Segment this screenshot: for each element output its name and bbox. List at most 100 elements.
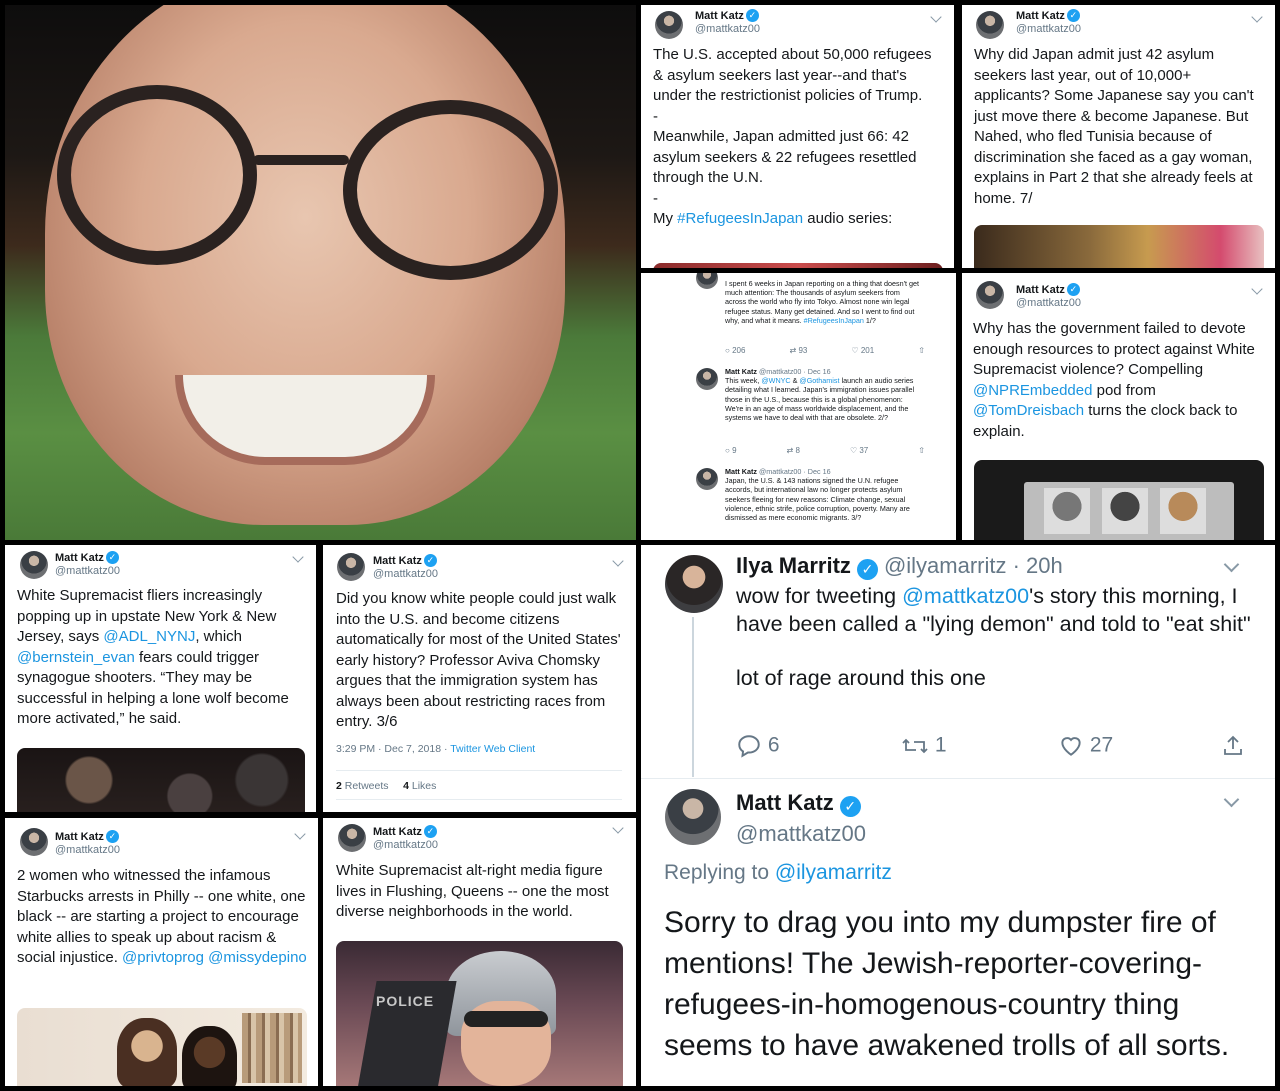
author-name[interactable]: Matt Katz ✓ <box>1016 9 1081 22</box>
avatar[interactable] <box>665 555 723 613</box>
avatar[interactable] <box>338 824 366 852</box>
mention-link[interactable]: @bernstein_evan <box>17 649 135 666</box>
avatar[interactable] <box>696 468 718 490</box>
retweet-button[interactable]: 1 <box>901 733 947 759</box>
tweet-fliers[interactable]: Matt Katz ✓ @mattkatz00 White Supremacist… <box>5 545 316 812</box>
mention-link[interactable]: @missydepino <box>208 949 307 966</box>
author-handle[interactable]: @ilyamarritz · 20h <box>884 553 1063 578</box>
media-preview[interactable] <box>653 263 943 268</box>
reply-count[interactable]: ○ 206 <box>725 346 745 355</box>
likes-stat[interactable]: 4 Likes <box>403 780 436 792</box>
mention-link[interactable]: @TomDreisbach <box>973 402 1084 419</box>
avatar[interactable] <box>337 553 365 581</box>
thread-tweet-1: I spent 6 weeks in Japan reporting on a … <box>725 279 919 325</box>
media-preview[interactable] <box>974 460 1264 540</box>
chevron-down-icon[interactable] <box>1223 556 1240 573</box>
media-preview[interactable] <box>974 225 1264 268</box>
author-handle[interactable]: @mattkatz00 <box>1016 23 1081 35</box>
avatar[interactable] <box>665 789 721 845</box>
tweet-text: 2 women who witnessed the infamous Starb… <box>17 867 307 966</box>
tweet-white-supremacist-violence[interactable]: Matt Katz ✓ @mattkatz00 Why has the gover… <box>962 273 1275 540</box>
reply-count[interactable]: ○ 9 <box>725 446 737 455</box>
retweets-stat[interactable]: 2 Retweets <box>336 780 389 792</box>
media-preview[interactable] <box>17 748 305 812</box>
right-lens <box>343 100 558 280</box>
chevron-down-icon[interactable] <box>612 822 624 834</box>
mention-link[interactable]: @WNYC <box>761 376 790 385</box>
share-icon[interactable]: ⇧ <box>918 346 925 355</box>
tweet-text: The U.S. accepted about 50,000 refugees … <box>653 45 945 230</box>
chevron-down-icon[interactable] <box>930 11 942 23</box>
tweet-text: White Supremacist fliers increasingly po… <box>17 587 289 727</box>
author-name[interactable]: Matt Katz ✓ <box>373 825 438 838</box>
thread-screenshot: I spent 6 weeks in Japan reporting on a … <box>641 273 956 540</box>
reply-text: Sorry to drag you into my dumpster fire … <box>664 906 1230 1062</box>
tweet-white-immigration-history[interactable]: Matt Katz ✓ @mattkatz00 Did you know whit… <box>323 545 636 812</box>
media-preview[interactable] <box>17 1008 307 1086</box>
author-handle[interactable]: @mattkatz00 <box>373 839 438 851</box>
chevron-down-icon[interactable] <box>1251 11 1263 23</box>
retweet-count[interactable]: ⇄ 93 <box>790 346 808 355</box>
tweet-japan-asylum[interactable]: Matt Katz ✓ @mattkatz00 Why did Japan adm… <box>962 5 1275 268</box>
share-icon[interactable]: ⇧ <box>918 446 925 455</box>
tweet-text: Did you know white people could just wal… <box>336 590 621 730</box>
author-name[interactable]: Matt Katz ✓ <box>55 830 120 843</box>
avatar[interactable] <box>655 11 683 39</box>
author-handle[interactable]: @mattkatz00 <box>373 568 438 580</box>
mention-link[interactable]: @Gothamist <box>799 376 839 385</box>
mention-link[interactable]: @ilyamarritz <box>775 861 892 884</box>
chevron-down-icon[interactable] <box>612 555 624 567</box>
share-button[interactable] <box>1221 733 1245 759</box>
reply-icon <box>738 735 760 758</box>
author-handle[interactable]: @mattkatz00 <box>1016 297 1081 309</box>
avatar[interactable] <box>20 551 48 579</box>
author-name[interactable]: Matt Katz ✓ <box>55 551 120 564</box>
verified-icon: ✓ <box>423 554 437 567</box>
verified-icon: ✓ <box>105 551 119 564</box>
reply-button[interactable]: 6 <box>736 733 780 759</box>
chevron-down-icon[interactable] <box>292 551 304 563</box>
chevron-down-icon[interactable] <box>294 828 306 840</box>
avatar[interactable] <box>696 273 718 289</box>
author-name[interactable]: Ilya Marritz <box>736 553 851 578</box>
hashtag-link[interactable]: #RefugeesInJapan <box>677 210 803 227</box>
chevron-down-icon[interactable] <box>1223 791 1240 808</box>
author-name[interactable]: Matt Katz ✓ <box>373 554 438 567</box>
hashtag-link[interactable]: #RefugeesInJapan <box>804 316 864 325</box>
like-count: 27 <box>1089 733 1114 757</box>
paragraph: The U.S. accepted about 50,000 refugees … <box>653 46 932 104</box>
author-name[interactable]: Matt Katz <box>736 790 834 815</box>
verified-icon: ✓ <box>423 825 437 838</box>
avatar[interactable] <box>976 281 1004 309</box>
mention-link[interactable]: @privtoprog <box>122 949 204 966</box>
tweet-text: Why has the government failed to devote … <box>973 320 1255 440</box>
divider <box>336 770 622 771</box>
avatar[interactable] <box>696 368 718 390</box>
glasses-bridge <box>253 155 349 165</box>
client-link[interactable]: Twitter Web Client <box>450 743 535 755</box>
share-icon <box>1224 735 1242 755</box>
like-count[interactable]: ♡ 201 <box>851 346 874 355</box>
tweet-refugees-numbers[interactable]: Matt Katz ✓ @mattkatz00 The U.S. accepted… <box>641 5 954 268</box>
author-name[interactable]: Matt Katz ✓ <box>695 9 760 22</box>
thread-tweet-3: Matt Katz @mattkatz00 · Dec 16 Japan, th… <box>725 467 910 523</box>
like-button[interactable]: 27 <box>1058 733 1113 759</box>
tweet-reply-conversation[interactable]: Ilya Marritz ✓ @ilyamarritz · 20h wow for … <box>641 545 1275 1086</box>
author-handle[interactable]: @mattkatz00 <box>736 821 866 847</box>
author-handle[interactable]: @mattkatz00 <box>55 844 120 856</box>
tweet-alt-right-flushing[interactable]: Matt Katz ✓ @mattkatz00 White Supremacist… <box>323 818 636 1086</box>
mention-link[interactable]: @ADL_NYNJ <box>103 628 195 645</box>
mention-link[interactable]: @NPREmbedded <box>973 382 1092 399</box>
avatar[interactable] <box>20 828 48 856</box>
author-handle[interactable]: @mattkatz00 <box>55 565 120 577</box>
author-name[interactable]: Matt Katz ✓ <box>1016 283 1081 296</box>
avatar[interactable] <box>976 11 1004 39</box>
like-count[interactable]: ♡ 37 <box>850 446 868 455</box>
verified-icon: ✓ <box>105 830 119 843</box>
chevron-down-icon[interactable] <box>1251 283 1263 295</box>
media-preview[interactable]: POLICE <box>336 941 623 1086</box>
tweet-starbucks-project[interactable]: Matt Katz ✓ @mattkatz00 2 women who witne… <box>5 818 318 1086</box>
author-handle[interactable]: @mattkatz00 <box>695 23 760 35</box>
mention-link[interactable]: @mattkatz00 <box>902 584 1029 608</box>
retweet-count[interactable]: ⇄ 8 <box>787 446 800 455</box>
